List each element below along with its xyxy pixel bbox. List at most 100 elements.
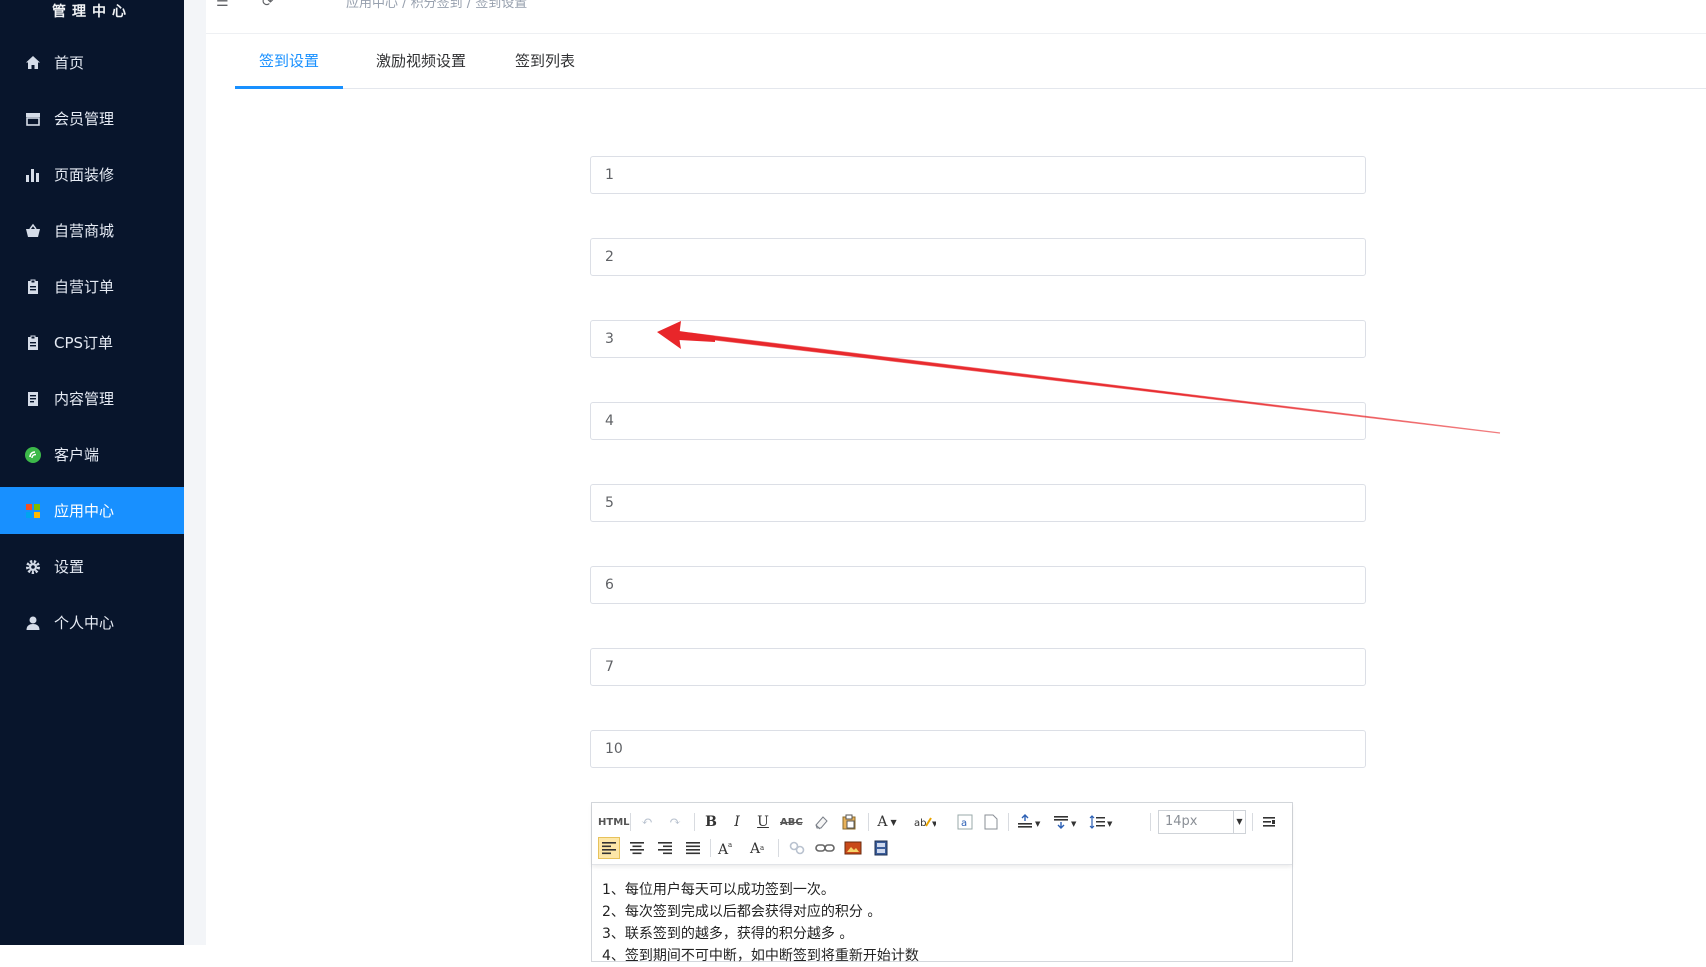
sidebar-item-app-center[interactable]: 应用中心: [0, 487, 184, 534]
day4-points-input[interactable]: [590, 402, 1366, 440]
paste-icon[interactable]: [838, 811, 860, 833]
align-justify-icon[interactable]: [682, 837, 704, 859]
top-bar: ☰ ⟳ 应用中心 / 积分签到 / 签到设置: [206, 0, 1706, 34]
rich-text-editor: HTML ↶ ↷ B I U ABC A ▼ ab ▼ a ▼ ▼ ▼ 14px…: [591, 802, 1293, 964]
apps-icon: [24, 502, 42, 520]
subscript-icon[interactable]: Aa: [748, 837, 770, 859]
unlink-icon[interactable]: [786, 837, 808, 859]
form-row-day4: 第4天签到赠送积分：: [280, 402, 1370, 440]
clipboard-icon: [24, 334, 42, 352]
form-row-day6: 第6天签到赠送积分：: [280, 566, 1370, 604]
tab-label: 激励视频设置: [375, 52, 466, 70]
brand-title: 管理中心: [52, 4, 132, 20]
sidebar-item-orders[interactable]: 自营订单: [0, 263, 184, 310]
sidebar-item-label: 设置: [54, 558, 85, 576]
description-line: 4、签到期间不可中断，如中断签到将重新开始计数: [602, 948, 919, 964]
sidebar-item-label: 首页: [54, 54, 85, 72]
sidebar-item-home[interactable]: 首页: [0, 39, 184, 86]
clipboard-icon: [24, 278, 42, 296]
underline-button[interactable]: U: [752, 811, 774, 833]
redo-icon[interactable]: ↷: [664, 811, 686, 833]
toolbar-separator: [868, 813, 869, 831]
sidebar-item-label: 客户端: [54, 446, 100, 464]
page-icon[interactable]: [980, 811, 1002, 833]
tab-signin-list[interactable]: 签到列表: [499, 36, 591, 89]
sidebar-item-members[interactable]: 会员管理: [0, 95, 184, 142]
tab-label: 签到设置: [258, 52, 319, 70]
active-tab-indicator: [235, 86, 343, 89]
client-icon: [24, 446, 42, 464]
description-line: 3、联系签到的越多，获得的积分越多 。: [602, 926, 854, 942]
description-line: 1、每位用户每天可以成功签到一次。: [602, 882, 835, 898]
tab-label: 签到列表: [514, 52, 575, 70]
sidebar-item-page-decoration[interactable]: 页面装修: [0, 151, 184, 198]
sidebar-item-label: 自营商城: [54, 222, 115, 240]
svg-text:a: a: [760, 844, 764, 852]
day5-points-input[interactable]: [590, 484, 1366, 522]
highlight-icon[interactable]: ab ▼: [914, 811, 936, 833]
form-row-day3: 第3天签到赠送积分：: [280, 320, 1370, 358]
align-center-icon[interactable]: [626, 837, 648, 859]
refresh-icon[interactable]: ⟳: [262, 0, 274, 10]
sidebar-item-cps-orders[interactable]: CPS订单: [0, 319, 184, 366]
paragraph-spacing-icon[interactable]: ▼: [1016, 811, 1044, 833]
font-size-select[interactable]: 14px ▼: [1158, 810, 1246, 834]
paragraph-spacing-bottom-icon[interactable]: ▼: [1052, 811, 1080, 833]
html-source-button[interactable]: HTML: [598, 811, 630, 833]
breadcrumb: 应用中心 / 积分签到 / 签到设置: [346, 0, 528, 11]
undo-icon[interactable]: ↶: [636, 811, 658, 833]
sidebar-item-mall[interactable]: 自营商城: [0, 207, 184, 254]
shopping-basket-icon: [24, 222, 42, 240]
day3-points-input[interactable]: [590, 320, 1366, 358]
sidebar-item-settings[interactable]: 设置: [0, 543, 184, 590]
sidebar-item-label: 会员管理: [54, 110, 115, 128]
font-color-button[interactable]: A ▼: [876, 811, 898, 833]
sidebar-item-client[interactable]: 客户端: [0, 431, 184, 478]
menu-toggle-icon[interactable]: ☰: [216, 0, 229, 10]
tab-bar: 签到设置 激励视频设置 签到列表: [235, 36, 1706, 89]
tab-signin-settings[interactable]: 签到设置: [235, 36, 343, 89]
line-height-icon[interactable]: ▼: [1088, 811, 1116, 833]
svg-text:▼: ▼: [1035, 820, 1041, 828]
chevron-down-icon: ▼: [1233, 811, 1245, 833]
bold-button[interactable]: B: [700, 811, 722, 833]
tab-video-settings[interactable]: 激励视频设置: [359, 36, 483, 89]
toolbar-separator: [630, 813, 631, 831]
italic-button[interactable]: I: [726, 811, 748, 833]
svg-text:▼: ▼: [1107, 820, 1113, 828]
sidebar-item-content[interactable]: 内容管理: [0, 375, 184, 422]
day1-points-input[interactable]: [590, 156, 1366, 194]
strikethrough-button[interactable]: ABC: [780, 811, 803, 833]
home-icon: [24, 54, 42, 72]
form-row-day5: 第5天签到赠送积分：: [280, 484, 1370, 522]
day6-points-input[interactable]: [590, 566, 1366, 604]
editor-content[interactable]: 1、每位用户每天可以成功签到一次。 2、每次签到完成以后都会获得对应的积分 。 …: [602, 879, 1282, 967]
form-row-day1: 第1天签到赠送积分：: [280, 156, 1370, 194]
content-gutter: [184, 0, 206, 945]
day7-points-input[interactable]: [590, 648, 1366, 686]
description-line: 2、每次签到完成以后都会获得对应的积分 。: [602, 904, 882, 920]
sidebar-item-label: 内容管理: [54, 390, 115, 408]
form-row-day7: 第7天签到赠送积分：: [280, 648, 1370, 686]
svg-text:▼: ▼: [932, 820, 936, 828]
toolbar-separator: [694, 813, 695, 831]
superscript-icon[interactable]: Aa: [716, 837, 738, 859]
video-icon[interactable]: [870, 837, 892, 859]
align-left-icon[interactable]: [598, 837, 620, 859]
image-icon[interactable]: [842, 837, 864, 859]
svg-text:▼: ▼: [1071, 820, 1077, 828]
toolbar-separator: [1008, 813, 1009, 831]
sidebar-item-profile[interactable]: 个人中心: [0, 599, 184, 646]
day-n-points-input[interactable]: [590, 730, 1366, 768]
store-icon: [24, 110, 42, 128]
form-row-day-n: 第n天签到赠送积分(n>7)：: [280, 730, 1370, 768]
svg-text:a: a: [728, 841, 732, 849]
toolbar-separator: [1150, 813, 1151, 831]
document-icon: [24, 390, 42, 408]
day2-points-input[interactable]: [590, 238, 1366, 276]
align-right-icon[interactable]: [654, 837, 676, 859]
anchor-icon[interactable]: a: [954, 811, 976, 833]
more-options-icon[interactable]: [1258, 811, 1280, 833]
eraser-icon[interactable]: [810, 811, 832, 833]
link-icon[interactable]: [814, 837, 836, 859]
